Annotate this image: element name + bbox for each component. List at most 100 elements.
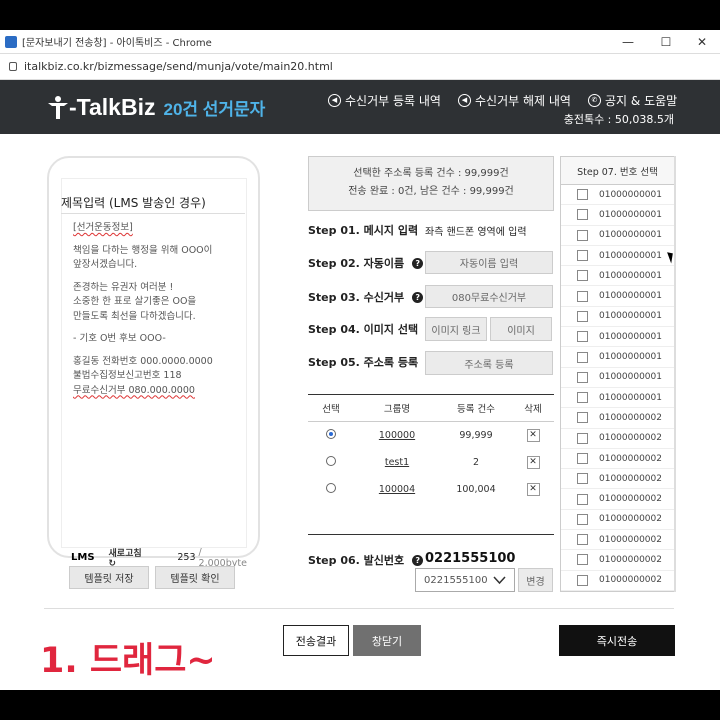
address-book-button[interactable]: 주소록 등록 xyxy=(425,351,553,375)
step-label: Step 01. 메시지 입력 xyxy=(308,224,419,237)
nav-notice-help[interactable]: ✆ 공지 & 도움말 xyxy=(588,92,677,109)
number-row[interactable]: 01000000001 xyxy=(561,368,674,388)
app-icon xyxy=(5,35,17,48)
phone-number: 01000000002 xyxy=(599,494,662,505)
number-row[interactable]: 01000000002 xyxy=(561,429,674,449)
number-row[interactable]: 01000000002 xyxy=(561,530,674,551)
number-row[interactable]: 01000000002 xyxy=(561,510,674,531)
number-row[interactable]: 01000000002 xyxy=(561,550,674,571)
number-checkbox[interactable] xyxy=(577,331,588,343)
phone-number: 01000000002 xyxy=(599,412,662,423)
number-checkbox[interactable] xyxy=(577,310,588,322)
phone-number: 01000000001 xyxy=(599,372,662,383)
change-sender-button[interactable]: 변경 xyxy=(518,568,553,592)
number-checkbox[interactable] xyxy=(577,412,588,424)
step-06: Step 06. 발신번호 ? xyxy=(308,552,424,568)
number-row[interactable]: 01000000001 xyxy=(561,205,674,226)
group-radio[interactable] xyxy=(326,456,336,466)
number-row[interactable]: 01000000001 xyxy=(561,307,674,328)
summary-progress: 전송 완료 : 0건, 남은 건수 : 99,999건 xyxy=(348,186,514,197)
number-checkbox[interactable] xyxy=(577,574,588,586)
url-text: italkbiz.co.kr/bizmessage/send/munja/vot… xyxy=(24,60,333,73)
group-table-header: 선택 그룹명 등록 건수 삭제 xyxy=(308,394,554,422)
auto-name-button[interactable]: 자동이름 입력 xyxy=(425,251,553,274)
help-icon[interactable]: ? xyxy=(412,291,424,303)
number-checkbox[interactable] xyxy=(577,371,588,383)
group-name-link[interactable]: 100000 xyxy=(354,430,440,441)
number-row[interactable]: 01000000002 xyxy=(561,408,674,429)
nav-blocked-list[interactable]: ◀ 수신거부 등록 내역 xyxy=(328,92,441,109)
number-row[interactable]: 01000000002 xyxy=(561,571,674,591)
image-link-button[interactable]: 이미지 링크 xyxy=(425,317,487,341)
nav-unblocked-list[interactable]: ◀ 수신거부 해제 내역 xyxy=(458,92,571,109)
phone-number: 01000000002 xyxy=(599,514,662,525)
number-checkbox[interactable] xyxy=(577,493,588,505)
phone-number: 01000000001 xyxy=(599,250,662,261)
sender-select-value: 0221555100 xyxy=(424,574,488,586)
number-row[interactable]: 01000000002 xyxy=(561,449,674,470)
group-name-link[interactable]: test1 xyxy=(354,457,440,468)
group-name-link[interactable]: 100004 xyxy=(354,484,440,495)
send-now-button[interactable]: 즉시전송 xyxy=(559,625,675,656)
help-icon[interactable]: ? xyxy=(412,257,424,269)
number-checkbox[interactable] xyxy=(577,290,588,302)
message-title-input[interactable]: 제목입력 (LMS 발송인 경우) xyxy=(61,194,206,211)
group-radio[interactable] xyxy=(326,483,336,493)
number-checkbox[interactable] xyxy=(577,432,588,444)
number-checkbox[interactable] xyxy=(577,351,588,363)
screen: [문자보내기 전송창] - 아이톡비즈 - Chrome — ☐ ✕ italk… xyxy=(0,0,720,720)
logo-icon xyxy=(48,95,68,119)
number-checkbox[interactable] xyxy=(577,473,588,485)
number-checkbox[interactable] xyxy=(577,189,588,201)
number-checkbox[interactable] xyxy=(577,554,588,566)
number-row[interactable]: 01000000001 xyxy=(561,226,674,246)
number-checkbox[interactable] xyxy=(577,229,588,241)
phone-number: 01000000001 xyxy=(599,270,662,281)
number-checkbox[interactable] xyxy=(577,392,588,404)
maximize-icon[interactable]: ☐ xyxy=(648,30,684,54)
number-checkbox[interactable] xyxy=(577,534,588,546)
number-checkbox[interactable] xyxy=(577,513,588,525)
sender-select[interactable]: 0221555100 xyxy=(415,568,515,592)
number-row[interactable]: 01000000001 xyxy=(561,286,674,307)
number-row[interactable]: 01000000001 xyxy=(561,185,674,206)
template-check-button[interactable]: 템플릿 확인 xyxy=(155,566,235,589)
step-label: Step 02. 자동이름 xyxy=(308,257,405,270)
number-list: 01000000001 01000000001 01000000001 0100000… xyxy=(561,185,674,591)
step-label: Step 06. 발신번호 xyxy=(308,554,405,567)
number-row[interactable]: 01000000001 xyxy=(561,266,674,287)
close-icon[interactable]: ✕ xyxy=(684,30,720,54)
number-row[interactable]: 01000000001 xyxy=(561,327,674,348)
number-row[interactable]: 01000000001 xyxy=(561,388,674,409)
reject-080-button[interactable]: 080무료수신거부 xyxy=(425,285,553,308)
group-radio[interactable] xyxy=(326,429,336,439)
tutorial-caption: 1. 드래그~ xyxy=(40,641,216,681)
group-count: 2 xyxy=(472,457,480,468)
message-body-input[interactable]: [선거운동정보] 책임을 다하는 행정을 위해 OOO이 앞장서겠습니다. 존경… xyxy=(73,221,243,398)
scrollbar[interactable] xyxy=(674,156,676,592)
phone-preview: 제목입력 (LMS 발송인 경우) [선거운동정보] 책임을 다하는 행정을 위… xyxy=(47,156,260,569)
window-title: [문자보내기 전송창] - 아이톡비즈 - Chrome xyxy=(22,38,212,49)
delete-icon[interactable]: ✕ xyxy=(526,429,540,442)
logo[interactable]: -TalkBiz 20건 선거문자 xyxy=(47,94,265,121)
column-header: 선택 xyxy=(322,404,340,415)
template-save-button[interactable]: 템플릿 저장 xyxy=(69,566,149,589)
divider xyxy=(308,534,554,535)
address-bar[interactable]: italkbiz.co.kr/bizmessage/send/munja/vot… xyxy=(0,54,720,80)
help-icon[interactable]: ? xyxy=(412,554,424,566)
image-button[interactable]: 이미지 xyxy=(490,317,552,341)
number-row[interactable]: 01000000001 xyxy=(561,246,674,267)
delete-icon[interactable]: ✕ xyxy=(526,483,540,496)
number-checkbox[interactable] xyxy=(577,209,588,221)
minimize-icon[interactable]: — xyxy=(610,30,646,54)
delete-icon[interactable]: ✕ xyxy=(526,456,540,469)
close-window-button[interactable]: 창닫기 xyxy=(353,625,421,656)
number-checkbox[interactable] xyxy=(577,270,588,282)
number-row[interactable]: 01000000002 xyxy=(561,489,674,510)
bottom-bar xyxy=(0,690,720,720)
number-checkbox[interactable] xyxy=(577,453,588,464)
number-checkbox[interactable] xyxy=(577,250,588,262)
send-result-button[interactable]: 전송결과 xyxy=(283,625,349,656)
number-row[interactable]: 01000000002 xyxy=(561,469,674,490)
number-row[interactable]: 01000000001 xyxy=(561,347,674,368)
